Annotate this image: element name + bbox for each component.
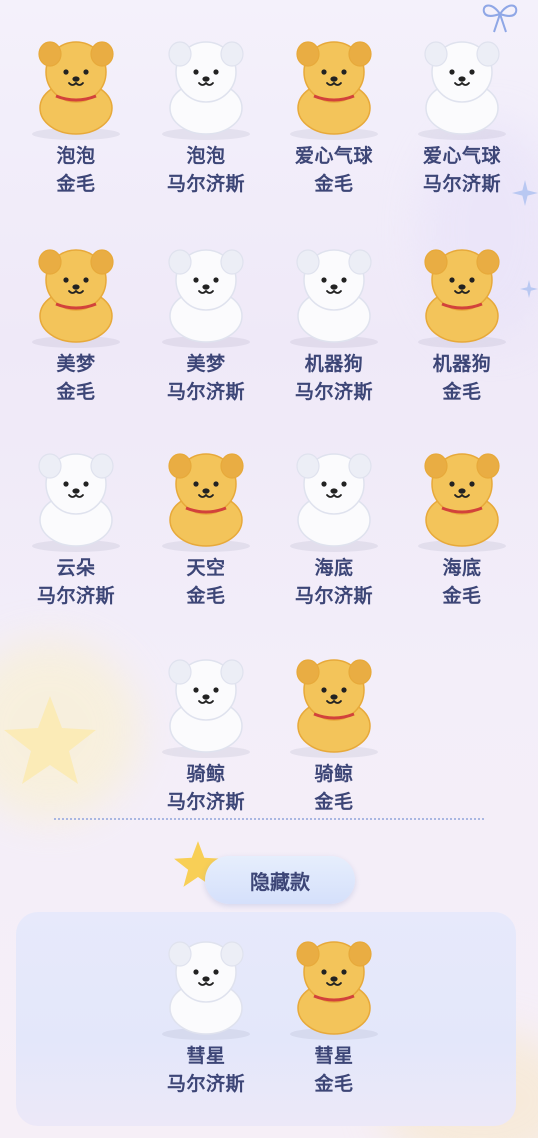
star-icon <box>4 696 96 784</box>
figure-card: 机器狗 金毛 <box>398 232 526 406</box>
figure-breed-label: 马尔济斯 <box>294 585 373 607</box>
figure-breed-label: 金毛 <box>442 585 482 607</box>
maltese-figure <box>274 232 394 350</box>
golden-retriever-figure <box>274 24 394 142</box>
figure-breed-label: 金毛 <box>314 791 354 813</box>
figure-breed-label: 马尔济斯 <box>36 585 115 607</box>
maltese-figure <box>146 642 266 760</box>
golden-retriever-figure <box>402 232 522 350</box>
figure-theme-label: 美梦 <box>56 353 96 375</box>
figure-card: 美梦 金毛 <box>12 232 140 406</box>
figure-theme-label: 爱心气球 <box>422 145 501 167</box>
figure-breed-label: 马尔济斯 <box>166 1073 245 1095</box>
figure-card: 彗星 马尔济斯 <box>142 924 270 1098</box>
golden-retriever-figure <box>16 232 136 350</box>
figure-breed-label: 马尔济斯 <box>166 173 245 195</box>
figure-card: 泡泡 金毛 <box>12 24 140 198</box>
figure-theme-label: 机器狗 <box>304 353 364 375</box>
figure-breed-label: 金毛 <box>186 585 226 607</box>
figure-theme-label: 泡泡 <box>56 145 96 167</box>
maltese-figure <box>146 232 266 350</box>
figure-breed-label: 金毛 <box>56 173 96 195</box>
figure-card: 泡泡 马尔济斯 <box>142 24 270 198</box>
figure-card: 海底 金毛 <box>398 436 526 610</box>
figure-breed-label: 马尔济斯 <box>294 381 373 403</box>
figure-theme-label: 骑鲸 <box>186 763 226 785</box>
figure-breed-label: 金毛 <box>314 1073 354 1095</box>
figure-card: 天空 金毛 <box>142 436 270 610</box>
figure-breed-label: 马尔济斯 <box>166 791 245 813</box>
page: 泡泡 金毛 泡泡 马尔济斯 爱心气球 金毛 爱心气球 马尔济斯 美梦 金毛 美梦… <box>0 0 538 1138</box>
maltese-figure <box>146 924 266 1042</box>
figure-theme-label: 骑鲸 <box>314 763 354 785</box>
golden-retriever-figure <box>146 436 266 554</box>
maltese-figure <box>16 436 136 554</box>
figure-breed-label: 金毛 <box>314 173 354 195</box>
figure-theme-label: 天空 <box>186 557 226 579</box>
hidden-edition-title: 隐藏款 <box>250 869 310 894</box>
maltese-figure <box>274 436 394 554</box>
figure-card: 爱心气球 金毛 <box>270 24 398 198</box>
section-divider <box>54 818 484 820</box>
figure-theme-label: 泡泡 <box>186 145 226 167</box>
figure-theme-label: 爱心气球 <box>294 145 373 167</box>
golden-retriever-figure <box>274 924 394 1042</box>
figure-theme-label: 海底 <box>314 557 354 579</box>
maltese-figure <box>146 24 266 142</box>
hidden-edition-badge: 隐藏款 <box>205 856 355 904</box>
golden-retriever-figure <box>274 642 394 760</box>
figure-card: 美梦 马尔济斯 <box>142 232 270 406</box>
figure-theme-label: 云朵 <box>56 557 96 579</box>
figure-breed-label: 马尔济斯 <box>166 381 245 403</box>
figure-theme-label: 彗星 <box>186 1045 226 1067</box>
golden-retriever-figure <box>16 24 136 142</box>
figure-theme-label: 美梦 <box>186 353 226 375</box>
figure-card: 骑鲸 马尔济斯 <box>142 642 270 816</box>
figure-card: 机器狗 马尔济斯 <box>270 232 398 406</box>
golden-retriever-figure <box>402 436 522 554</box>
figure-breed-label: 马尔济斯 <box>422 173 501 195</box>
figure-card: 骑鲸 金毛 <box>270 642 398 816</box>
figure-card: 彗星 金毛 <box>270 924 398 1098</box>
figure-theme-label: 机器狗 <box>432 353 492 375</box>
maltese-figure <box>402 24 522 142</box>
figure-breed-label: 金毛 <box>442 381 482 403</box>
figure-card: 爱心气球 马尔济斯 <box>398 24 526 198</box>
figure-card: 海底 马尔济斯 <box>270 436 398 610</box>
figure-theme-label: 彗星 <box>314 1045 354 1067</box>
figure-card: 云朵 马尔济斯 <box>12 436 140 610</box>
figure-breed-label: 金毛 <box>56 381 96 403</box>
figure-theme-label: 海底 <box>442 557 482 579</box>
